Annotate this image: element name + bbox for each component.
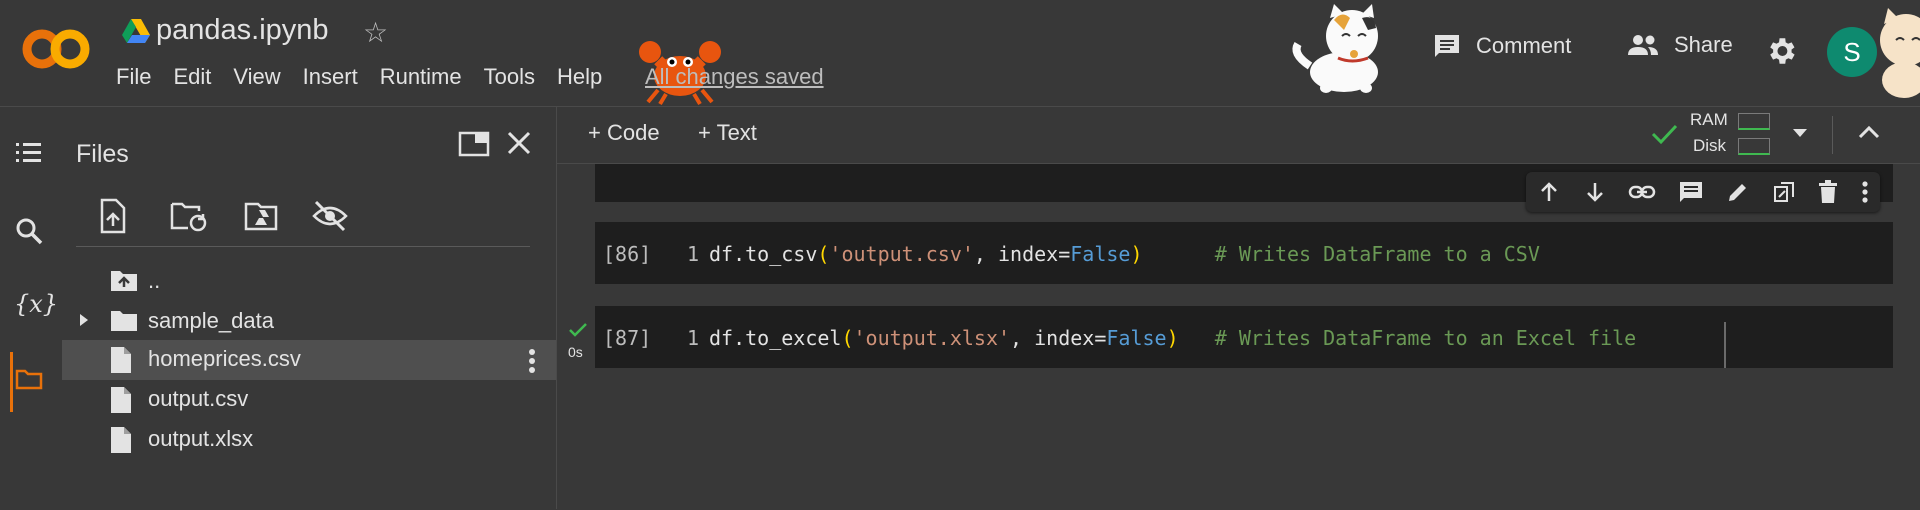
people-icon xyxy=(1628,35,1658,55)
comment-icon xyxy=(1435,35,1459,57)
code-keyword: False xyxy=(1070,242,1131,266)
file-item-output-csv[interactable]: output.csv xyxy=(62,380,556,418)
text-cursor xyxy=(1724,322,1726,368)
save-status-link[interactable]: All changes saved xyxy=(645,64,824,90)
toc-icon[interactable] xyxy=(14,140,44,166)
upload-file-icon[interactable] xyxy=(100,198,126,234)
divider xyxy=(76,246,530,247)
expand-caret-icon[interactable] xyxy=(78,312,90,328)
file-item-label: homeprices.csv xyxy=(148,346,301,371)
file-item-label: output.xlsx xyxy=(148,426,254,451)
connected-check-icon xyxy=(1650,122,1678,146)
more-options-icon[interactable] xyxy=(1861,180,1869,204)
divider xyxy=(1832,116,1833,154)
link-icon[interactable] xyxy=(1628,180,1656,204)
file-item-sample-data[interactable]: sample_data xyxy=(62,302,556,340)
comment-label: Comment xyxy=(1476,33,1572,58)
code-token: ( xyxy=(841,326,854,350)
code-cell[interactable]: [86] 1 df.to_csv('output.csv', index=Fal… xyxy=(595,222,1893,284)
execution-count: [87] xyxy=(603,326,652,350)
code-string: 'output.csv' xyxy=(829,242,974,266)
line-number: 1 xyxy=(687,326,700,350)
rail-active-indicator xyxy=(10,352,13,412)
code-token: df.to_csv xyxy=(709,242,818,266)
folder-icon[interactable] xyxy=(14,366,44,392)
star-icon[interactable]: ☆ xyxy=(363,16,388,49)
move-up-icon[interactable] xyxy=(1537,180,1561,204)
menu-runtime[interactable]: Runtime xyxy=(380,64,462,90)
hide-eye-icon[interactable] xyxy=(312,200,348,232)
folder-icon xyxy=(110,308,138,332)
gear-icon[interactable] xyxy=(1764,34,1798,68)
line-number: 1 xyxy=(687,242,700,266)
refresh-folder-icon[interactable] xyxy=(170,202,207,232)
more-options-icon[interactable] xyxy=(528,348,536,374)
comment-icon[interactable] xyxy=(1678,180,1704,204)
execution-time: 0s xyxy=(568,344,583,360)
file-item-parent[interactable]: .. xyxy=(62,262,556,300)
file-icon xyxy=(110,386,132,414)
disk-label[interactable]: Disk xyxy=(1693,136,1726,156)
chevron-up-icon[interactable] xyxy=(1858,124,1880,140)
share-label: Share xyxy=(1674,32,1733,57)
close-panel-icon[interactable] xyxy=(504,128,534,158)
code-comment: # Writes DataFrame to a CSV xyxy=(1214,242,1540,266)
file-item-homeprices[interactable]: homeprices.csv xyxy=(62,340,556,380)
menu-insert[interactable]: Insert xyxy=(303,64,358,90)
code-keyword: False xyxy=(1106,326,1167,350)
menu-tools[interactable]: Tools xyxy=(484,64,535,90)
menu-help[interactable]: Help xyxy=(557,64,602,90)
code-token: df.to_excel xyxy=(709,326,842,350)
execution-success-icon xyxy=(568,322,588,338)
mount-drive-icon[interactable] xyxy=(244,202,278,231)
file-icon xyxy=(110,346,132,374)
cat-mascot-partial-icon xyxy=(1868,4,1920,100)
menu-file[interactable]: File xyxy=(116,64,151,90)
file-item-label: sample_data xyxy=(148,308,274,333)
cat-mascot-icon xyxy=(1282,4,1402,100)
code-token: ) xyxy=(1166,326,1179,350)
edit-pencil-icon[interactable] xyxy=(1726,180,1750,204)
comment-button[interactable]: Comment xyxy=(1432,32,1571,60)
file-item-label: .. xyxy=(148,268,161,293)
google-drive-icon[interactable] xyxy=(122,18,150,44)
colab-logo[interactable] xyxy=(22,22,92,76)
search-icon[interactable] xyxy=(14,216,44,246)
execution-count: [86] xyxy=(603,242,652,266)
chevron-down-icon[interactable] xyxy=(1792,128,1808,138)
menu-view[interactable]: View xyxy=(233,64,280,90)
disk-meter[interactable] xyxy=(1738,138,1770,155)
file-item-label: output.csv xyxy=(148,386,249,411)
folder-up-icon xyxy=(110,268,138,292)
mirror-cell-icon[interactable] xyxy=(1772,180,1796,204)
code-line[interactable]: df.to_csv('output.csv', index=False) # W… xyxy=(709,242,1540,266)
menu-bar: File Edit View Insert Runtime Tools Help xyxy=(116,64,624,90)
code-token: , index= xyxy=(1010,326,1107,350)
files-panel-title: Files xyxy=(76,140,129,168)
delete-icon[interactable] xyxy=(1817,180,1839,204)
ram-label[interactable]: RAM xyxy=(1690,110,1728,130)
variables-icon[interactable]: {x} xyxy=(14,290,58,318)
code-string: 'output.xlsx' xyxy=(853,326,1011,350)
code-cell[interactable]: [87] 1 df.to_excel('output.xlsx', index=… xyxy=(595,306,1893,368)
maximize-panel-icon[interactable] xyxy=(458,130,490,158)
code-comment: # Writes DataFrame to an Excel file xyxy=(1214,326,1637,350)
notebook-title[interactable]: pandas.ipynb xyxy=(156,14,329,47)
move-down-icon[interactable] xyxy=(1583,180,1607,204)
file-icon xyxy=(110,426,132,454)
cell-toolbar xyxy=(1526,172,1880,212)
add-code-button[interactable]: + Code xyxy=(588,120,660,146)
code-token: ( xyxy=(817,242,830,266)
add-text-button[interactable]: + Text xyxy=(698,120,757,146)
file-item-output-xlsx[interactable]: output.xlsx xyxy=(62,420,556,458)
files-toolbar xyxy=(92,196,392,236)
code-token: , index= xyxy=(973,242,1071,266)
menu-edit[interactable]: Edit xyxy=(173,64,211,90)
share-button[interactable]: Share xyxy=(1626,32,1733,58)
ram-meter[interactable] xyxy=(1738,113,1770,130)
code-line[interactable]: df.to_excel('output.xlsx', index=False) … xyxy=(709,326,1636,350)
code-token: ) xyxy=(1130,242,1143,266)
